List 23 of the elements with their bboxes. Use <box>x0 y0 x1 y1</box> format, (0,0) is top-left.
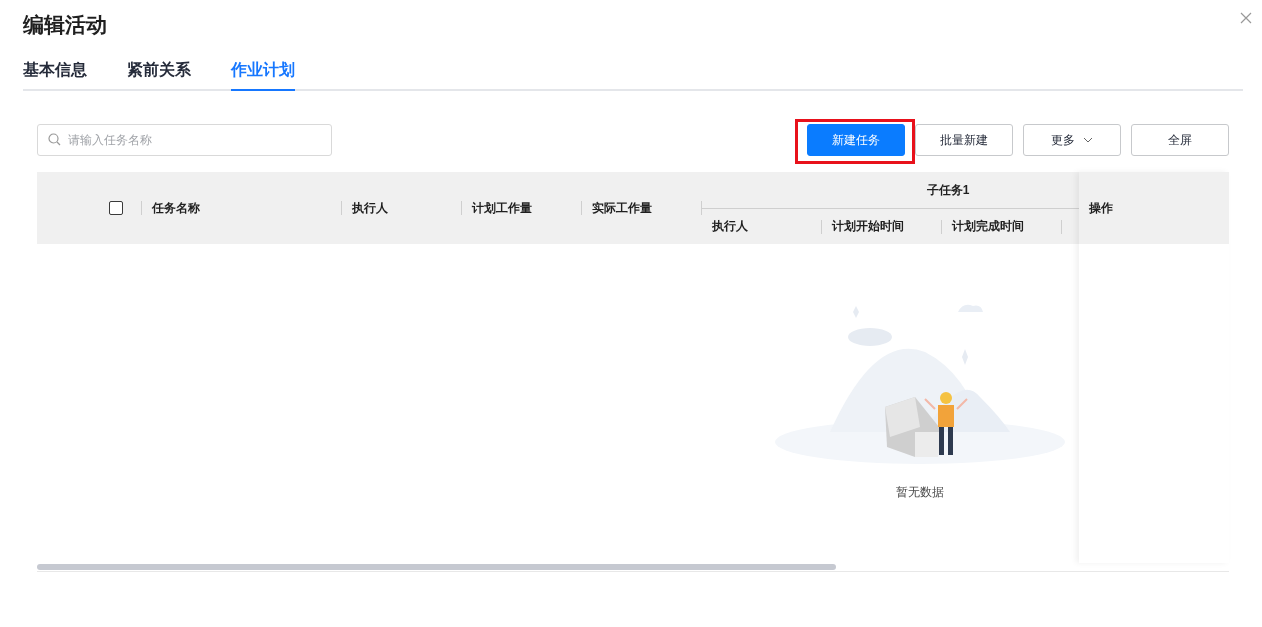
scrollbar-thumb[interactable] <box>37 564 836 570</box>
toolbar-button[interactable]: 全屏 <box>1131 124 1229 156</box>
toolbar-button[interactable]: 批量新建 <box>915 124 1013 156</box>
select-all-checkbox[interactable] <box>109 201 123 215</box>
column-header: 实际工作量 <box>592 199 652 217</box>
tab[interactable]: 基本信息 <box>23 57 87 91</box>
column-header: 操作 <box>1089 199 1113 217</box>
column-header: 任务名称 <box>152 199 200 217</box>
dialog-title: 编辑活动 <box>23 12 107 38</box>
toolbar-button[interactable]: 新建任务 <box>807 124 905 156</box>
column-group-header: 子任务1 <box>926 181 970 199</box>
tab[interactable]: 作业计划 <box>231 57 295 91</box>
search-field[interactable]: 请输入任务名称 <box>37 124 332 156</box>
column-header: 计划工作量 <box>472 199 532 217</box>
chevron-down-icon <box>1083 137 1093 143</box>
column-header: 计划开始时间 <box>832 218 904 235</box>
column-header: 执行人 <box>352 199 388 217</box>
close-icon[interactable] <box>1240 12 1252 24</box>
tab[interactable]: 紧前关系 <box>127 57 191 91</box>
column-header: 计划完成时间 <box>952 218 1024 235</box>
toolbar-button[interactable]: 更多 <box>1023 124 1121 156</box>
empty-message: 暂无数据 <box>896 484 944 501</box>
column-header: 执行人 <box>712 218 748 235</box>
